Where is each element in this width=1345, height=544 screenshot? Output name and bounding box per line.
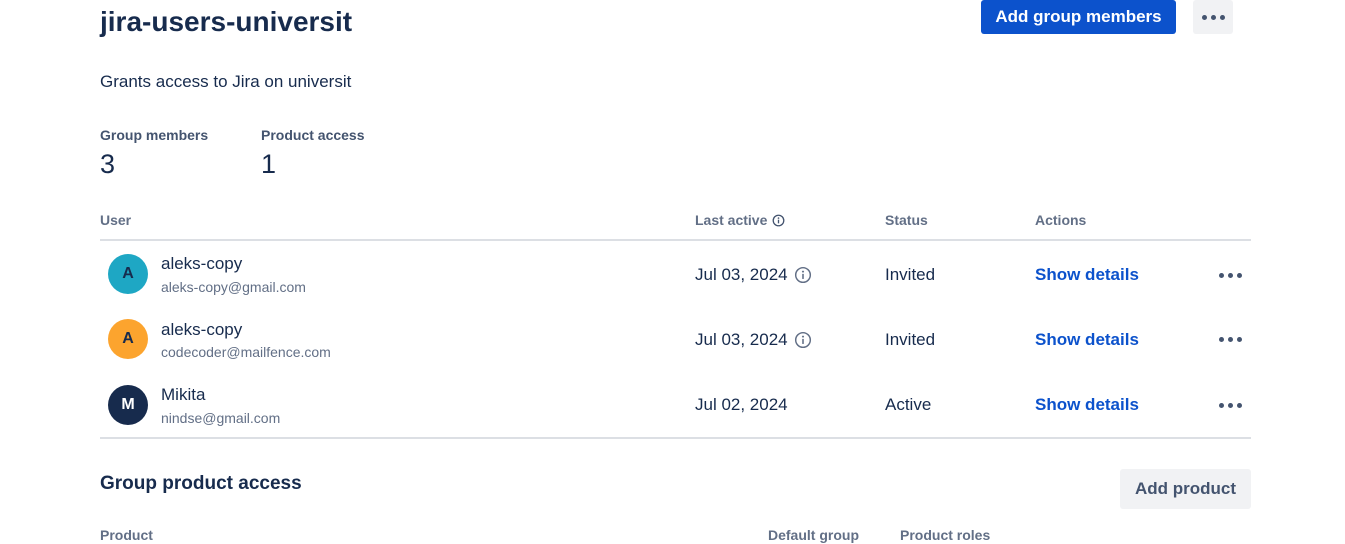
row-more-button[interactable] (1215, 329, 1245, 349)
column-header-last-active-label: Last active (695, 212, 768, 228)
page-title: jira-users-universit (100, 6, 353, 37)
column-header-actions: Actions (1035, 210, 1086, 230)
avatar[interactable]: A (108, 319, 148, 359)
more-icon (1218, 336, 1242, 342)
table-header-divider (100, 239, 1251, 241)
section-title: Group product access (100, 473, 302, 494)
info-icon[interactable] (794, 266, 812, 284)
row-more-button[interactable] (1215, 395, 1245, 415)
column-header-user[interactable]: User (100, 210, 131, 230)
column-header-product-roles[interactable]: Product roles (900, 526, 990, 544)
column-header-user-label: User (100, 212, 132, 228)
info-icon[interactable] (794, 331, 812, 349)
user-email: nindse@gmail.com (161, 410, 281, 426)
status-text: Active (885, 395, 932, 414)
more-icon (1218, 272, 1242, 278)
last-active-cell: Jul 03, 2024 (695, 265, 812, 285)
last-active-cell: Jul 02, 2024 (695, 395, 788, 415)
column-header-product[interactable]: Product (100, 526, 153, 544)
table-row: M Mikita nindse@gmail.com Jul 02, 2024 A… (100, 373, 1251, 437)
group-members-stat: Group members 3 (100, 126, 208, 180)
column-header-status-label: Status (885, 212, 928, 228)
group-members-count: 3 (100, 149, 116, 179)
avatar[interactable]: A (108, 254, 148, 294)
show-details-link[interactable]: Show details (1035, 330, 1139, 350)
info-icon[interactable] (772, 214, 785, 227)
last-active-date: Jul 03, 2024 (695, 265, 788, 284)
last-active-cell: Jul 03, 2024 (695, 330, 812, 350)
show-details-link[interactable]: Show details (1035, 395, 1139, 415)
add-group-members-button[interactable]: Add group members (981, 0, 1176, 34)
more-icon (1201, 14, 1225, 20)
user-name[interactable]: Mikita (161, 385, 205, 405)
product-access-stat: Product access 1 (261, 126, 365, 180)
show-details-link[interactable]: Show details (1035, 265, 1139, 285)
column-header-default-group[interactable]: Default group (768, 526, 859, 544)
user-email: codecoder@mailfence.com (161, 344, 331, 360)
group-members-label: Group members (100, 127, 209, 143)
status-text: Invited (885, 330, 936, 349)
column-header-status[interactable]: Status (885, 210, 928, 230)
column-header-actions-label: Actions (1035, 212, 1087, 228)
add-product-button[interactable]: Add product (1120, 469, 1251, 509)
status-text: Invited (885, 265, 936, 284)
user-name[interactable]: aleks-copy (161, 254, 242, 274)
group-description: Grants access to Jira on universit (100, 72, 352, 91)
last-active-date: Jul 03, 2024 (695, 330, 788, 349)
avatar-initial: A (122, 330, 134, 347)
product-access-label: Product access (261, 127, 365, 143)
avatar[interactable]: M (108, 385, 148, 425)
last-active-date: Jul 02, 2024 (695, 395, 788, 414)
table-row: A aleks-copy codecoder@mailfence.com Jul… (100, 308, 1251, 372)
avatar-initial: A (122, 265, 134, 282)
user-name[interactable]: aleks-copy (161, 320, 242, 340)
table-bottom-divider (100, 437, 1251, 439)
more-icon (1218, 402, 1242, 408)
table-row: A aleks-copy aleks-copy@gmail.com Jul 03… (100, 243, 1251, 307)
more-actions-button[interactable] (1193, 0, 1233, 34)
row-more-button[interactable] (1215, 265, 1245, 285)
avatar-initial: M (121, 396, 135, 413)
group-details-page: jira-users-universit Add group members G… (0, 0, 1345, 544)
user-email: aleks-copy@gmail.com (161, 279, 306, 295)
column-header-last-active[interactable]: Last active (695, 210, 785, 230)
product-access-count: 1 (261, 149, 277, 179)
